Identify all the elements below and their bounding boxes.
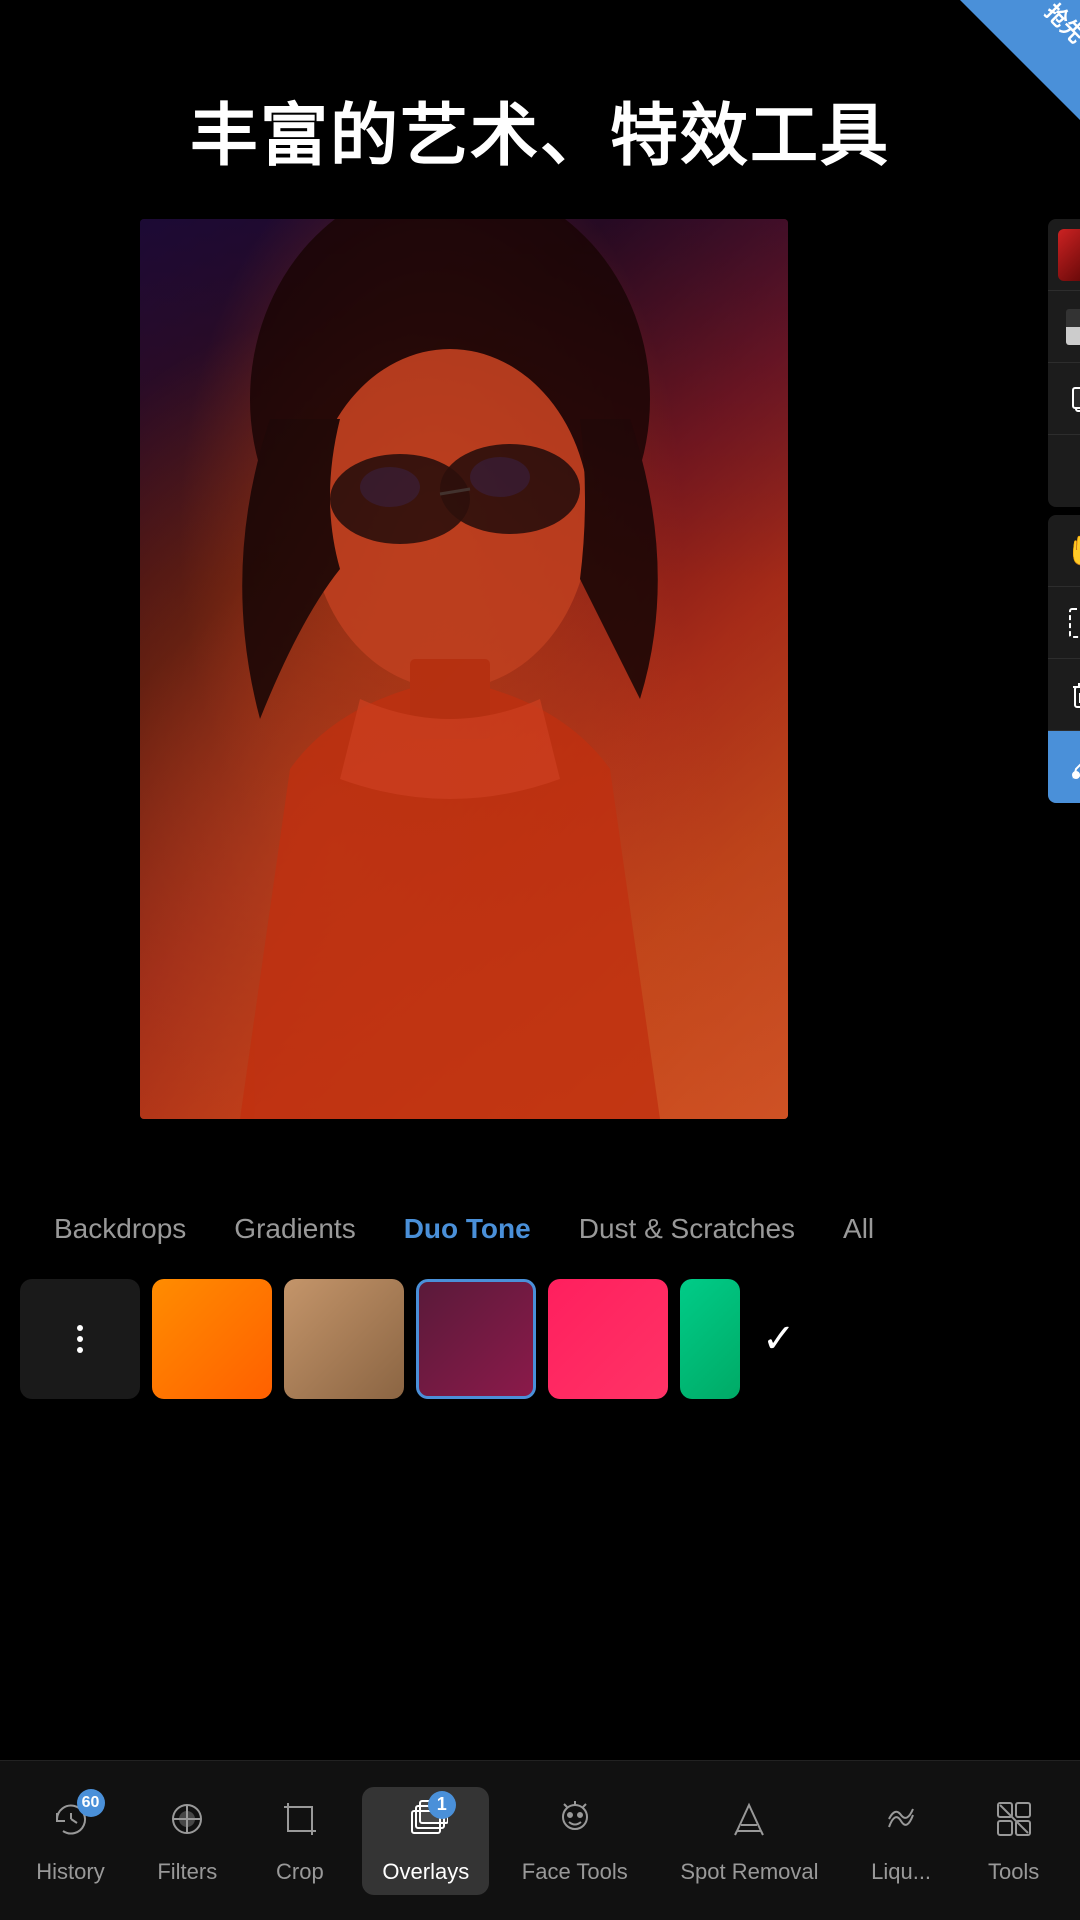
history-label: History (36, 1859, 104, 1885)
header: 丰富的艺术、特效工具 (0, 0, 1080, 219)
nav-tools[interactable]: Tools (964, 1787, 1064, 1895)
bottom-nav: 60 History Filters Crop (0, 1760, 1080, 1920)
crop-label: Crop (276, 1859, 324, 1885)
nav-spot-removal[interactable]: Spot Removal (660, 1787, 838, 1895)
right-toolbar: ✋ (1048, 219, 1080, 803)
overlays-badge: 1 (428, 1791, 456, 1819)
nav-history[interactable]: 60 History (16, 1787, 124, 1895)
overlays-icon: 1 (404, 1797, 448, 1851)
filters-label: Filters (157, 1859, 217, 1885)
eyedropper-icon (1066, 749, 1080, 785)
tab-dust-scratches[interactable]: Dust & Scratches (555, 1189, 819, 1269)
liquify-label: Liqu... (871, 1859, 931, 1885)
tab-all[interactable]: All (819, 1189, 898, 1269)
liquify-icon (879, 1797, 923, 1851)
swatch-teal[interactable] (680, 1279, 740, 1399)
overlays-label: Overlays (382, 1859, 469, 1885)
color-swatch-button[interactable] (1048, 219, 1080, 291)
nav-crop[interactable]: Crop (250, 1787, 350, 1895)
nav-liquify[interactable]: Liqu... (851, 1787, 951, 1895)
crop-icon (278, 1797, 322, 1851)
tab-duo-tone[interactable]: Duo Tone (380, 1189, 555, 1269)
hand-tool-button[interactable]: ✋ (1048, 515, 1080, 587)
nav-overlays[interactable]: 1 Overlays (362, 1787, 489, 1895)
selection-tool-button[interactable] (1048, 587, 1080, 659)
checkmark-icon: ✓ (762, 1316, 796, 1362)
hand-icon: ✋ (1065, 533, 1080, 568)
swatch-pink-red[interactable] (548, 1279, 668, 1399)
swatch-orange[interactable] (152, 1279, 272, 1399)
swatch-more[interactable] (20, 1279, 140, 1399)
trash-icon (1066, 677, 1080, 713)
history-icon: 60 (49, 1797, 93, 1851)
copy-icon (1066, 381, 1080, 417)
swatches-row: ✓ (0, 1269, 1080, 1409)
swatch-tan[interactable] (284, 1279, 404, 1399)
history-badge: 60 (77, 1789, 105, 1817)
swatch-dark-red[interactable] (416, 1279, 536, 1399)
eyedropper-button[interactable] (1048, 731, 1080, 803)
face-tools-label: Face Tools (522, 1859, 628, 1885)
corner-badge-text: 抢先 (1039, 0, 1080, 49)
checker-pattern-button[interactable] (1048, 291, 1080, 363)
tools-icon (992, 1797, 1036, 1851)
nav-face-tools[interactable]: Face Tools (502, 1787, 648, 1895)
color-swatch-preview (1058, 229, 1080, 281)
page-title: 丰富的艺术、特效工具 (0, 80, 1080, 179)
tools-label: Tools (988, 1859, 1039, 1885)
spot-removal-label: Spot Removal (680, 1859, 818, 1885)
selection-icon (1066, 605, 1080, 641)
filters-icon (165, 1797, 209, 1851)
tab-backdrops[interactable]: Backdrops (30, 1189, 210, 1269)
category-tabs: Backdrops Gradients Duo Tone Dust & Scra… (0, 1189, 1080, 1269)
tab-gradients[interactable]: Gradients (210, 1189, 379, 1269)
spot-removal-icon (727, 1797, 771, 1851)
copy-layer-button[interactable] (1048, 363, 1080, 435)
photo-canvas: ✋ (140, 219, 1040, 1119)
delete-button[interactable] (1048, 659, 1080, 731)
face-tools-icon (553, 1797, 597, 1851)
checker-icon (1066, 309, 1080, 345)
eyedropper-bg (1048, 731, 1080, 803)
more-options-button[interactable] (1048, 435, 1080, 507)
nav-filters[interactable]: Filters (137, 1787, 237, 1895)
